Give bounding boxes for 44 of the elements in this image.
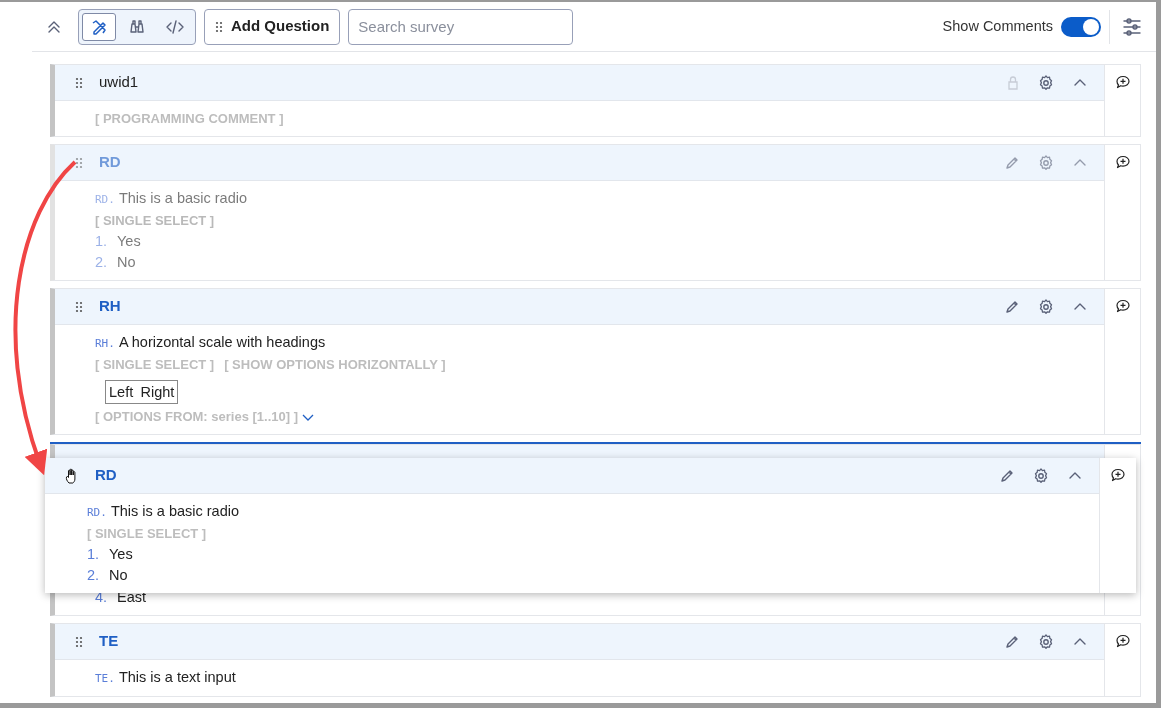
hand-cursor-icon	[65, 467, 79, 484]
answer-option: 1. Yes	[87, 544, 1079, 565]
tag-label: [ PROGRAMMING COMMENT ]	[95, 111, 284, 126]
tag-label: [ SINGLE SELECT ]	[95, 357, 215, 372]
binoculars-icon[interactable]	[128, 17, 146, 36]
answer-option: 2. No	[95, 252, 1084, 273]
drag-handle-icon[interactable]	[75, 76, 83, 89]
gear-icon[interactable]	[1038, 74, 1054, 91]
question-id: RD	[95, 465, 117, 486]
drag-handle-icon[interactable]	[75, 300, 83, 313]
options-source-label: [ OPTIONS FROM: series [1..10] ]	[95, 408, 298, 426]
gear-icon[interactable]	[1038, 298, 1054, 315]
drag-handle-icon[interactable]	[75, 635, 83, 648]
search-field[interactable]: Search survey	[348, 8, 574, 45]
question-id: uwid1	[99, 72, 139, 93]
question-id: RD	[99, 152, 121, 173]
question-id: TE	[99, 631, 119, 652]
settings-icon[interactable]	[1122, 16, 1142, 37]
add-comment-icon[interactable]	[1114, 74, 1131, 90]
answer-option: 2. No	[87, 565, 1079, 586]
question-text: TE. This is a text input	[95, 668, 237, 687]
gear-icon[interactable]	[1033, 467, 1049, 484]
gear-icon[interactable]	[1038, 633, 1054, 650]
tag-label: [ SHOW OPTIONS HORIZONTALLY ]	[224, 357, 446, 372]
grip-icon[interactable]	[215, 20, 223, 33]
add-comment-icon[interactable]	[1114, 298, 1131, 314]
add-question-button[interactable]: Add Question	[204, 8, 341, 45]
question-id: RH	[99, 296, 121, 317]
tag-label: [ SINGLE SELECT ]	[95, 213, 215, 228]
add-comment-icon[interactable]	[1114, 633, 1131, 649]
design-view-tab[interactable]	[82, 12, 116, 41]
drag-handle-icon[interactable]	[75, 156, 83, 169]
question-text: RH. A horizontal scale with headings	[95, 333, 327, 352]
add-comment-icon[interactable]	[1114, 154, 1131, 170]
code-icon[interactable]	[165, 17, 185, 36]
add-comment-icon[interactable]	[1110, 467, 1126, 483]
question-text: RD. This is a basic radio	[87, 502, 240, 521]
question-text: RD. This is a basic radio	[95, 189, 248, 208]
tag-label: [ SINGLE SELECT ]	[87, 526, 207, 541]
show-comments-label: Show Comments	[942, 16, 1053, 36]
scale-headings: Left Right	[105, 380, 179, 404]
toggle-switch[interactable]	[1061, 16, 1101, 37]
answer-option: 1. Yes	[95, 231, 1084, 252]
pencil-ruler-icon[interactable]	[90, 17, 108, 36]
